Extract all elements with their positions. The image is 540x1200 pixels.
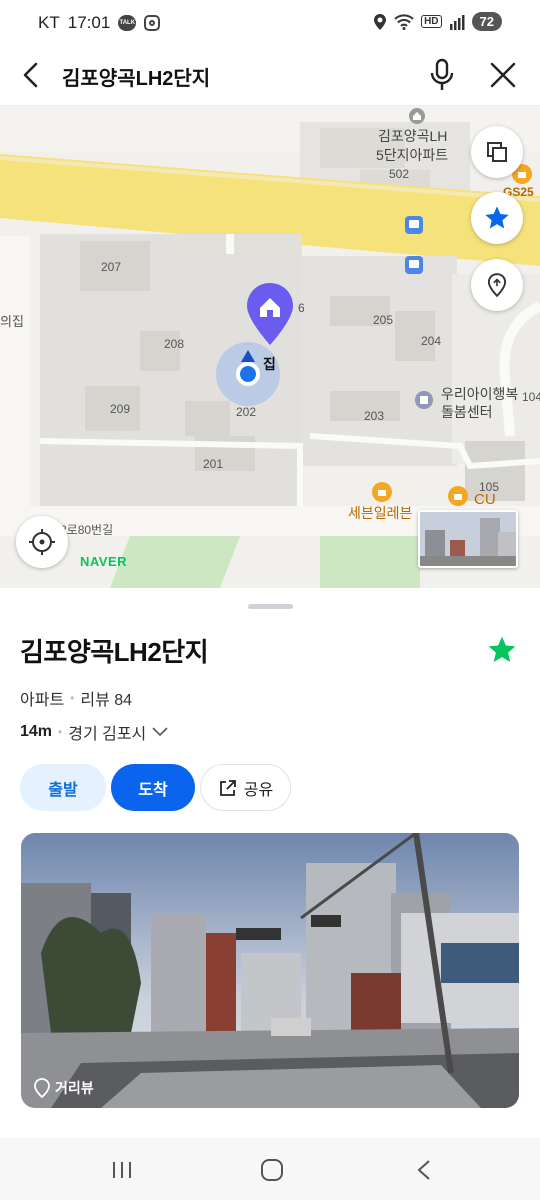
naver-logo: NAVER: [80, 554, 128, 569]
map-pin-icon: [487, 273, 507, 298]
location-icon: [374, 13, 387, 30]
sheet-drag-handle[interactable]: [248, 604, 293, 609]
building-202-label: 202: [236, 405, 257, 419]
building-203-label: 203: [364, 409, 385, 423]
favorites-button[interactable]: [471, 192, 523, 244]
apartment-poi-icon: [409, 108, 425, 124]
mic-icon: [430, 58, 454, 90]
back-icon: [417, 1160, 430, 1180]
building-208-label: 208: [164, 337, 185, 351]
back-arrow-icon: [23, 62, 38, 88]
street-view-photo[interactable]: 거리뷰: [21, 833, 519, 1108]
address: 경기 김포시: [68, 726, 147, 743]
share-icon: [219, 779, 236, 796]
building-207-label: 207: [101, 260, 122, 274]
building-201-label: 201: [203, 457, 224, 471]
place-info-sheet: 김포양곡LH2단지 아파트 • 리뷰 84 14m • 경기 김포시 출발 도착…: [0, 588, 540, 1138]
save-favorite-button[interactable]: [486, 634, 518, 666]
cu-label[interactable]: CU: [474, 491, 496, 508]
left-edge-label: 의집: [0, 314, 24, 329]
recent-apps-icon: [113, 1162, 131, 1178]
search-query[interactable]: 김포양곡LH2단지: [62, 62, 210, 91]
building-104-label: 104: [522, 390, 540, 404]
status-right: HD 72: [373, 12, 502, 31]
map-view[interactable]: 김포양곡LH 5단지아파트 502 GS25 207 6 205 204 208…: [0, 106, 540, 588]
status-bar: KT 17:01 TALK HD 72: [0, 0, 540, 46]
battery-indicator: 72: [471, 12, 502, 31]
map-pin-icon: [34, 1078, 50, 1098]
chevron-down-icon: [152, 727, 168, 737]
review-count[interactable]: 리뷰 84: [80, 686, 132, 710]
home-pin-icon: [247, 283, 293, 345]
heading-arrow-icon: [241, 350, 255, 362]
building-502-label: 502: [389, 167, 410, 181]
building-206-label: 6: [298, 301, 305, 315]
layers-icon: [487, 142, 507, 162]
bus-stop-icon[interactable]: [405, 256, 423, 274]
star-icon: [485, 206, 509, 229]
share-label: 공유: [243, 781, 274, 799]
street-view-text: 거리뷰: [55, 1080, 94, 1096]
apt-5-label-line1: 김포양곡LH: [378, 128, 448, 144]
kakaotalk-icon: TALK: [118, 15, 137, 31]
convenience-store-icon: [372, 482, 392, 502]
crosshair-icon: [29, 529, 55, 555]
system-nav-bar: [0, 1138, 540, 1200]
building-205-label: 205: [373, 313, 394, 327]
arrive-button[interactable]: 도착: [111, 764, 195, 811]
road-name-label: 2로80번길: [60, 523, 114, 537]
daycare-label-line2: 돌봄센터: [441, 404, 493, 420]
bus-stop-icon[interactable]: [405, 216, 423, 234]
current-location-dot: [236, 362, 260, 386]
back-button[interactable]: [14, 58, 48, 92]
recent-apps-button[interactable]: [102, 1156, 142, 1184]
seven-eleven-label[interactable]: 세븐일레븐: [348, 503, 412, 523]
star-icon: [488, 636, 516, 662]
home-label: 집: [263, 356, 276, 372]
share-button[interactable]: 공유: [200, 764, 291, 811]
back-nav-button[interactable]: [404, 1156, 444, 1184]
place-meta: 아파트 • 리뷰 84: [20, 686, 132, 710]
place-title: 김포양곡LH2단지: [20, 637, 209, 667]
daycare-icon: [415, 391, 433, 409]
place-category: 아파트: [20, 692, 65, 709]
status-left: KT 17:01 TALK: [38, 13, 161, 33]
voice-search-button[interactable]: [424, 56, 460, 94]
address-row[interactable]: 14m • 경기 김포시: [20, 720, 168, 744]
place-pin-button[interactable]: [471, 259, 523, 311]
separator-dot: •: [58, 725, 63, 739]
street-view-label: 거리뷰: [33, 1078, 94, 1098]
hd-icon: HD: [421, 15, 442, 28]
street-view-thumb-image: [420, 512, 516, 566]
signal-icon: [449, 14, 465, 30]
carrier: KT: [38, 13, 60, 32]
home-icon: [261, 1159, 283, 1181]
apt-5-label-line2: 5단지아파트: [376, 147, 449, 163]
close-button[interactable]: [486, 58, 520, 92]
close-icon: [490, 62, 516, 88]
clock: 17:01: [67, 13, 111, 32]
separator-dot: •: [70, 691, 75, 705]
wifi-icon: [394, 13, 414, 30]
layers-button[interactable]: [471, 126, 523, 178]
street-view-image: [21, 833, 519, 1108]
depart-button[interactable]: 출발: [20, 764, 106, 811]
home-button[interactable]: [252, 1156, 292, 1184]
building-204-label: 204: [421, 334, 442, 348]
daycare-label-line1: 우리아이행복: [441, 386, 519, 402]
search-header: 김포양곡LH2단지: [0, 46, 540, 106]
my-location-button[interactable]: [16, 516, 68, 568]
place-marker[interactable]: [244, 281, 296, 347]
distance: 14m: [20, 723, 53, 740]
building-209-label: 209: [110, 402, 131, 416]
street-view-thumbnail[interactable]: [418, 510, 518, 568]
instagram-icon: [144, 15, 161, 31]
convenience-store-icon: [448, 486, 468, 506]
